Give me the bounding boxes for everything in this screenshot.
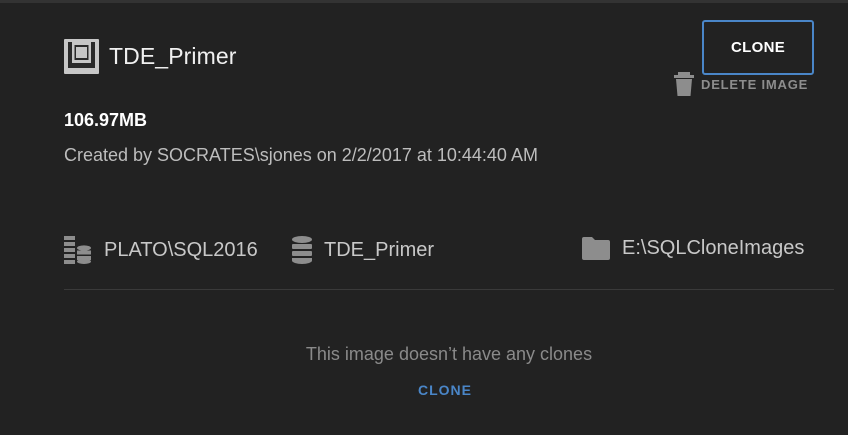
image-size: 106.97MB: [64, 110, 148, 130]
source-database: TDE_Primer: [292, 236, 434, 264]
database-icon: [292, 236, 312, 264]
disk-image-icon: [64, 39, 99, 74]
delete-image-label: DELETE IMAGE: [701, 76, 809, 92]
clone-link[interactable]: CLONE: [0, 382, 848, 398]
source-server: PLATO\SQL2016: [64, 236, 258, 264]
section-divider: [64, 289, 834, 290]
trash-icon: [674, 72, 694, 96]
delete-image-button[interactable]: DELETE IMAGE: [674, 72, 808, 96]
source-database-label: TDE_Primer: [324, 238, 435, 261]
image-location: E:\SQLCloneImages: [582, 236, 804, 260]
no-clones-message: This image doesn’t have any clones: [305, 344, 593, 364]
image-header: TDE_Primer: [64, 39, 237, 74]
source-server-label: PLATO\SQL2016: [104, 238, 258, 261]
clone-button[interactable]: CLONE: [702, 20, 814, 75]
top-border: [0, 0, 848, 3]
image-title: TDE_Primer: [109, 43, 237, 69]
folder-icon: [582, 237, 610, 260]
created-info: Created by SOCRATES\sjones on 2/2/2017 a…: [64, 145, 538, 165]
image-location-label: E:\SQLCloneImages: [622, 236, 805, 259]
server-icon: [64, 236, 91, 264]
